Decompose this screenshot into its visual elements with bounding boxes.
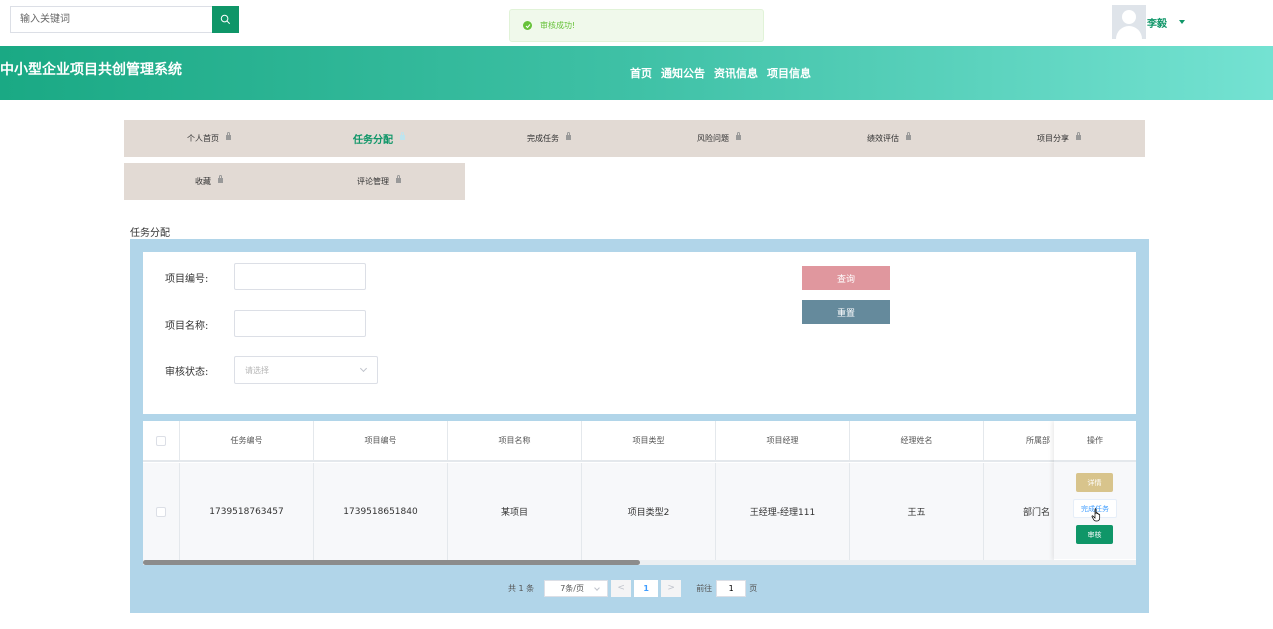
query-button[interactable]: 查询	[802, 266, 890, 290]
goto-page-input[interactable]	[716, 579, 747, 597]
manager-cell: 王经理-经理111	[716, 463, 850, 560]
search-box	[10, 6, 239, 33]
task-no-cell: 1739518763457	[180, 463, 314, 560]
search-input[interactable]	[10, 6, 212, 33]
nav-news[interactable]: 资讯信息	[714, 65, 758, 81]
lock-icon	[736, 132, 741, 140]
page-number-current[interactable]: 1	[634, 579, 659, 597]
search-form: 项目编号: 项目名称: 审核状态: 请选择 查询 重置	[143, 252, 1136, 414]
goto-label: 前往	[696, 583, 713, 593]
column-header[interactable]: 项目经理	[716, 421, 850, 460]
project-type-cell: 项目类型2	[582, 463, 716, 560]
horizontal-scrollbar[interactable]	[143, 560, 1136, 565]
nav-home[interactable]: 首页	[630, 65, 652, 81]
user-menu[interactable]: 李毅	[1112, 5, 1185, 39]
menu-item-personal-home[interactable]: 个人首页	[124, 120, 294, 157]
detail-button[interactable]: 详情	[1076, 473, 1113, 492]
page-suffix: 页	[749, 583, 758, 593]
column-header[interactable]: 所属部	[984, 421, 1054, 460]
top-bar: 审核成功! 李毅	[0, 0, 1273, 46]
column-header[interactable]: 项目名称	[448, 421, 582, 460]
pagination: 共 1 条 7条/页 < 1 > 前往 页	[508, 579, 757, 597]
column-header[interactable]: 项目类型	[582, 421, 716, 460]
project-name-label: 项目名称:	[165, 321, 209, 332]
manager-name-cell: 王五	[850, 463, 984, 560]
avatar[interactable]	[1112, 5, 1146, 39]
project-no-label: 项目编号:	[165, 274, 209, 285]
nav-notices[interactable]: 通知公告	[661, 65, 705, 81]
column-header[interactable]: 任务编号	[180, 421, 314, 460]
lock-icon	[1076, 132, 1081, 140]
prev-page-button[interactable]: <	[611, 579, 632, 597]
page-size-select[interactable]: 7条/页	[544, 579, 609, 597]
chevron-down-icon	[594, 584, 601, 591]
lock-icon	[226, 132, 231, 140]
column-header[interactable]: 经理姓名	[850, 421, 984, 460]
search-button[interactable]	[212, 6, 239, 33]
project-name-cell: 某项目	[448, 463, 582, 560]
center-menu-row-1: 个人首页 任务分配 完成任务 风险问题 绩效评估 项目分享	[124, 120, 1145, 157]
caret-down-icon[interactable]	[1179, 20, 1185, 24]
audit-button[interactable]: 审核	[1076, 525, 1113, 544]
menu-item-task-assignment[interactable]: 任务分配	[294, 120, 464, 157]
lock-icon	[396, 175, 401, 183]
operations-header: 操作	[1054, 421, 1136, 462]
operations-column: 操作 详情 完成任务 审核	[1054, 421, 1136, 560]
department-cell: 部门名	[1022, 508, 1050, 518]
next-page-button[interactable]: >	[661, 579, 682, 597]
search-icon	[220, 14, 231, 25]
status-label: 审核状态:	[165, 367, 209, 378]
check-circle-icon	[523, 21, 532, 30]
project-no-input[interactable]	[234, 263, 366, 290]
hand-cursor-icon	[1091, 508, 1101, 522]
site-title: 中小型企业项目共创管理系统	[0, 62, 182, 78]
site-header: 中小型企业项目共创管理系统 首页 通知公告 资讯信息 项目信息	[0, 46, 1273, 100]
select-all-checkbox[interactable]	[156, 435, 166, 446]
lock-icon	[218, 175, 223, 183]
menu-item-performance[interactable]: 绩效评估	[804, 120, 974, 157]
menu-item-favorites[interactable]: 收藏	[124, 163, 294, 200]
task-table: 任务编号 项目编号 项目名称 项目类型 项目经理 经理姓名 所属部 173951…	[143, 421, 1136, 565]
nav-projects[interactable]: 项目信息	[767, 65, 811, 81]
project-no-cell: 1739518651840	[314, 463, 448, 560]
row-checkbox[interactable]	[156, 506, 166, 517]
menu-item-risk-issues[interactable]: 风险问题	[634, 120, 804, 157]
success-toast: 审核成功!	[509, 9, 764, 42]
toast-message: 审核成功!	[540, 21, 576, 30]
main-nav: 首页 通知公告 资讯信息 项目信息	[630, 65, 811, 81]
menu-item-project-share[interactable]: 项目分享	[974, 120, 1144, 157]
column-header[interactable]: 项目编号	[314, 421, 448, 460]
page-title: 任务分配	[130, 228, 170, 239]
project-name-input[interactable]	[234, 310, 366, 337]
username[interactable]: 李毅	[1147, 15, 1167, 30]
lock-icon	[906, 132, 911, 140]
menu-item-completed-tasks[interactable]: 完成任务	[464, 120, 634, 157]
lock-icon	[400, 132, 405, 140]
reset-button[interactable]: 重置	[802, 300, 890, 324]
table-header: 任务编号 项目编号 项目名称 项目类型 项目经理 经理姓名 所属部	[143, 421, 1054, 462]
chevron-down-icon	[359, 364, 368, 373]
status-select[interactable]: 请选择	[234, 356, 378, 384]
content-panel: 项目编号: 项目名称: 审核状态: 请选择 查询 重置 任务编号 项目编号 项目…	[130, 239, 1149, 613]
menu-item-comments[interactable]: 评论管理	[294, 163, 464, 200]
lock-icon	[566, 132, 571, 140]
table-row: 1739518763457 1739518651840 某项目 项目类型2 王经…	[143, 463, 1054, 560]
scrollbar-thumb[interactable]	[143, 560, 640, 565]
pagination-total: 共 1 条	[508, 583, 535, 593]
center-menu-row-2: 收藏 评论管理	[124, 163, 465, 200]
